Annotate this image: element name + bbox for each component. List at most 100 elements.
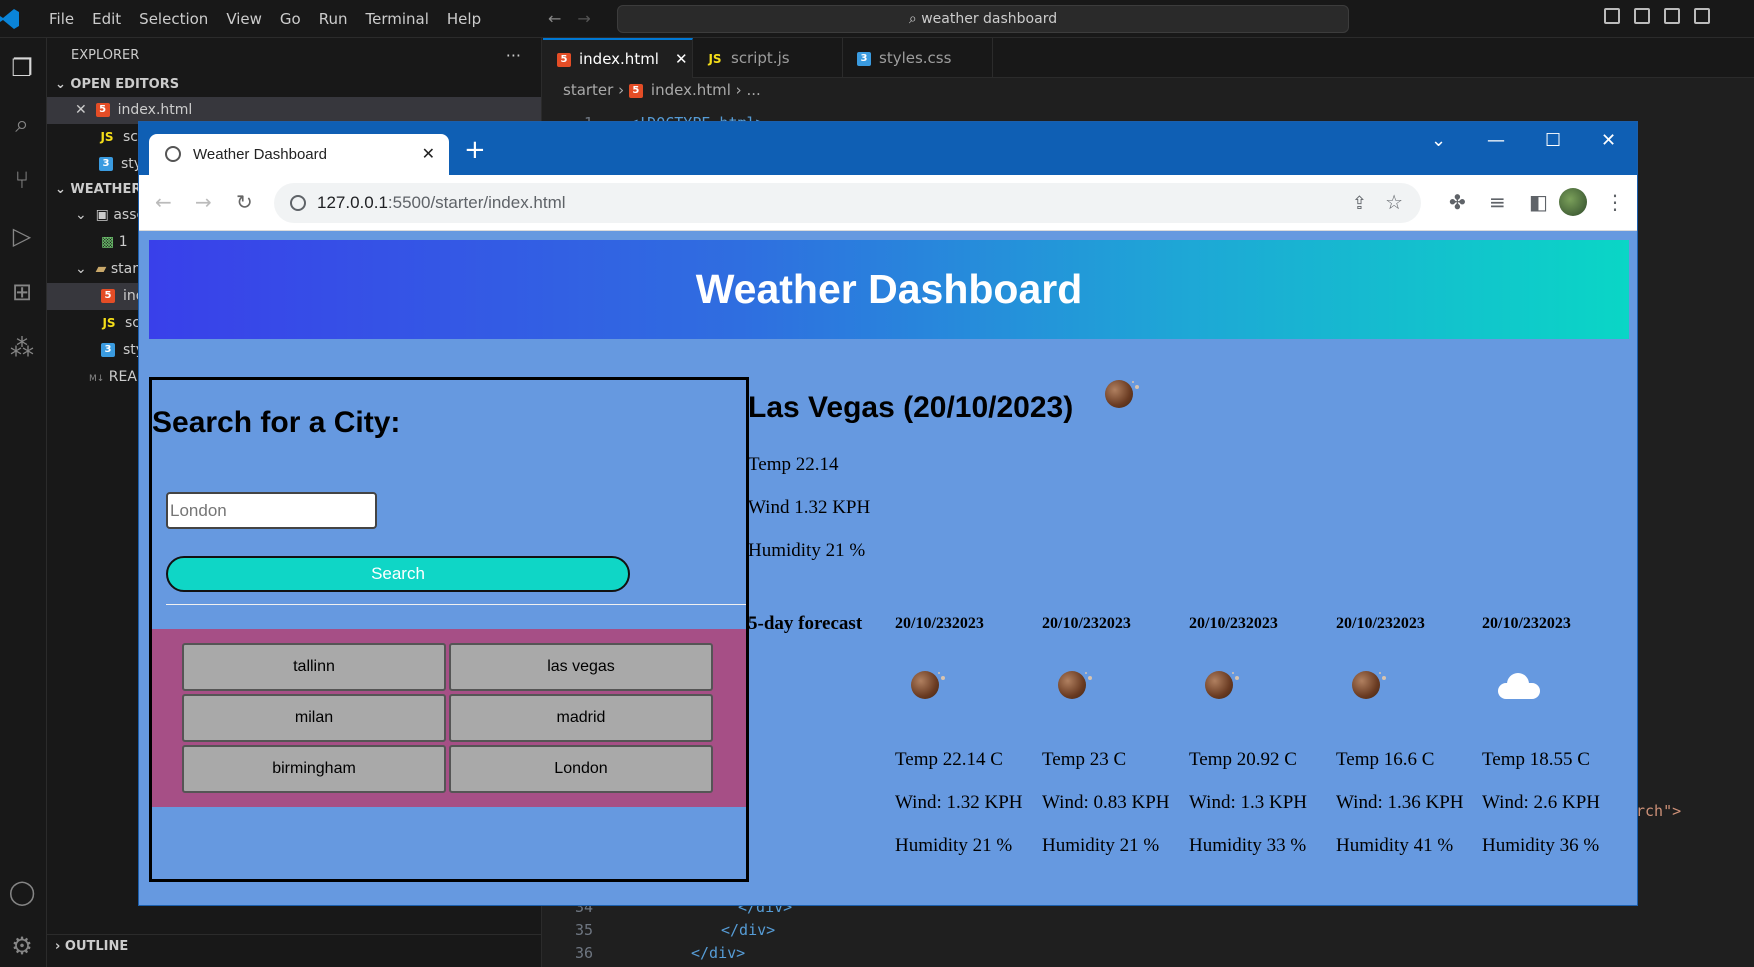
menu-help[interactable]: Help	[438, 0, 490, 38]
forecast-date: 20/10/232023	[1336, 615, 1425, 632]
toggle-panel-icon[interactable]	[1634, 8, 1650, 24]
url-path: :5500/starter/index.html	[387, 193, 566, 212]
source-control-icon[interactable]: ⑂	[6, 164, 38, 196]
image-file-icon: ▩	[101, 234, 115, 250]
tab-index-html[interactable]: 5 index.html ✕	[543, 38, 693, 78]
line-number: 35	[574, 921, 593, 939]
menu-edit[interactable]: Edit	[83, 0, 130, 38]
markdown-icon: M↓	[89, 374, 105, 384]
extensions-puzzle-icon[interactable]: ✤	[1449, 190, 1466, 214]
chevron-down-icon: ⌄	[55, 77, 71, 92]
close-icon[interactable]: ✕	[422, 134, 435, 175]
extensions-icon[interactable]: ⊞	[6, 276, 38, 308]
outline-label: OUTLINE	[64, 939, 129, 954]
search-button[interactable]: Search	[166, 556, 630, 592]
globe-icon	[165, 146, 181, 162]
history-button[interactable]: tallinn	[182, 643, 446, 691]
run-debug-icon[interactable]: ▷	[6, 220, 38, 252]
menu-view[interactable]: View	[217, 0, 271, 38]
browser-tab[interactable]: Weather Dashboard ✕	[149, 134, 449, 175]
search-icon[interactable]: ⌕	[6, 108, 38, 140]
customize-layout-icon[interactable]	[1694, 8, 1710, 24]
back-arrow-icon[interactable]: ←	[548, 9, 561, 28]
js-icon: JS	[100, 130, 114, 144]
tab-script-js[interactable]: JS script.js	[693, 38, 843, 78]
new-tab-icon[interactable]: +	[464, 134, 486, 166]
toggle-sidebar-icon[interactable]	[1604, 8, 1620, 24]
figma-icon[interactable]: ⁂	[6, 332, 38, 364]
code-line[interactable]: 36 </div>	[543, 944, 745, 962]
history-button[interactable]: milan	[182, 694, 446, 742]
history-button[interactable]: madrid	[449, 694, 713, 742]
current-weather: Las Vegas (20/10/2023) Temp 22.14 Wind 1…	[748, 377, 1139, 561]
menu-selection[interactable]: Selection	[130, 0, 217, 38]
command-center-text: weather dashboard	[921, 11, 1058, 27]
history-button[interactable]: las vegas	[449, 643, 713, 691]
close-icon[interactable]: ✕	[675, 50, 688, 68]
menu-run[interactable]: Run	[310, 0, 357, 38]
address-bar[interactable]: 127.0.0.1:5500/starter/index.html ⇪ ☆	[274, 183, 1421, 223]
browser-window: Weather Dashboard ✕ + ⌄ — ☐ ✕ ← → ↻ 127.…	[138, 121, 1638, 906]
close-icon[interactable]: ✕	[75, 102, 87, 118]
current-temp: Temp 22.14	[748, 454, 839, 475]
command-center-search[interactable]: ⌕ weather dashboard	[617, 5, 1349, 33]
menu-bar: File Edit Selection View Go Run Terminal…	[40, 0, 490, 38]
night-moon-icon	[1058, 671, 1092, 699]
window-close-icon[interactable]: ✕	[1601, 130, 1616, 151]
tab-label: script.js	[731, 49, 790, 67]
weather-page: Weather Dashboard Search for a City: Sea…	[139, 232, 1637, 905]
back-arrow-icon[interactable]: ←	[155, 191, 172, 213]
current-humidity: Humidity 21 %	[748, 540, 866, 561]
media-queue-icon[interactable]: ≡	[1489, 190, 1506, 214]
history-button[interactable]: birmingham	[182, 745, 446, 793]
open-editor-item[interactable]: ✕ 5 index.html	[47, 97, 541, 124]
vscode-titlebar: File Edit Selection View Go Run Terminal…	[0, 0, 1754, 38]
tab-search-chevron-icon[interactable]: ⌄	[1431, 130, 1446, 151]
forecast-wind: Wind: 0.83 KPH	[1042, 792, 1170, 813]
forecast-card: 20/10/232023 Temp 23 C Wind: 0.83 KPH Hu…	[1042, 613, 1182, 856]
reload-icon[interactable]: ↻	[236, 191, 253, 213]
html5-icon: 5	[557, 52, 571, 67]
breadcrumb-file[interactable]: index.html	[651, 81, 731, 99]
menu-file[interactable]: File	[40, 0, 83, 38]
settings-gear-icon[interactable]: ⚙	[6, 930, 38, 962]
forecast-temp: Temp 16.6 C	[1336, 749, 1435, 770]
bookmark-star-icon[interactable]: ☆	[1385, 183, 1403, 223]
forward-arrow-icon[interactable]: →	[577, 9, 590, 28]
city-search-input[interactable]	[166, 492, 377, 529]
chevron-right-icon: ›	[735, 81, 747, 99]
minimize-icon[interactable]: —	[1487, 130, 1505, 151]
forecast-card: 20/10/232023 Temp 18.55 C Wind: 2.6 KPH …	[1482, 613, 1622, 856]
share-icon[interactable]: ⇪	[1352, 183, 1367, 223]
browser-toolbar: ← → ↻ 127.0.0.1:5500/starter/index.html …	[139, 175, 1637, 231]
outline-section[interactable]: › OUTLINE	[47, 934, 541, 958]
search-heading: Search for a City:	[152, 406, 401, 439]
breadcrumb-folder[interactable]: starter	[563, 81, 613, 99]
code-fragment[interactable]: rch">	[1636, 802, 1681, 820]
search-history: tallinn las vegas milan madrid birmingha…	[152, 629, 746, 807]
toggle-secondary-sidebar-icon[interactable]	[1664, 8, 1680, 24]
code-line[interactable]: 35 </div>	[543, 921, 775, 939]
forecast-humidity: Humidity 41 %	[1336, 835, 1454, 856]
menu-terminal[interactable]: Terminal	[357, 0, 438, 38]
activity-bar: ❐ ⌕ ⑂ ▷ ⊞ ⁂ ◯ ⚙	[0, 38, 47, 967]
forward-arrow-icon[interactable]: →	[195, 191, 212, 213]
side-panel-icon[interactable]: ◧	[1529, 190, 1548, 214]
history-button[interactable]: London	[449, 745, 713, 793]
more-actions-icon[interactable]: ···	[506, 38, 521, 73]
menu-go[interactable]: Go	[271, 0, 310, 38]
line-number: 36	[574, 944, 593, 962]
tab-styles-css[interactable]: 3 styles.css	[843, 38, 993, 78]
site-info-icon[interactable]	[290, 195, 306, 211]
maximize-icon[interactable]: ☐	[1545, 130, 1561, 151]
profile-avatar[interactable]	[1559, 188, 1587, 216]
breadcrumb-symbol[interactable]: ...	[746, 81, 760, 99]
night-moon-icon	[911, 671, 945, 699]
kebab-menu-icon[interactable]: ⋮	[1605, 190, 1625, 214]
open-editors-section[interactable]: ⌄ OPEN EDITORS	[47, 73, 541, 97]
chevron-right-icon: ›	[55, 939, 65, 954]
explorer-icon[interactable]: ❐	[6, 52, 38, 84]
forecast-humidity: Humidity 21 %	[1042, 835, 1160, 856]
account-icon[interactable]: ◯	[6, 876, 38, 908]
html5-icon: 5	[628, 83, 643, 98]
